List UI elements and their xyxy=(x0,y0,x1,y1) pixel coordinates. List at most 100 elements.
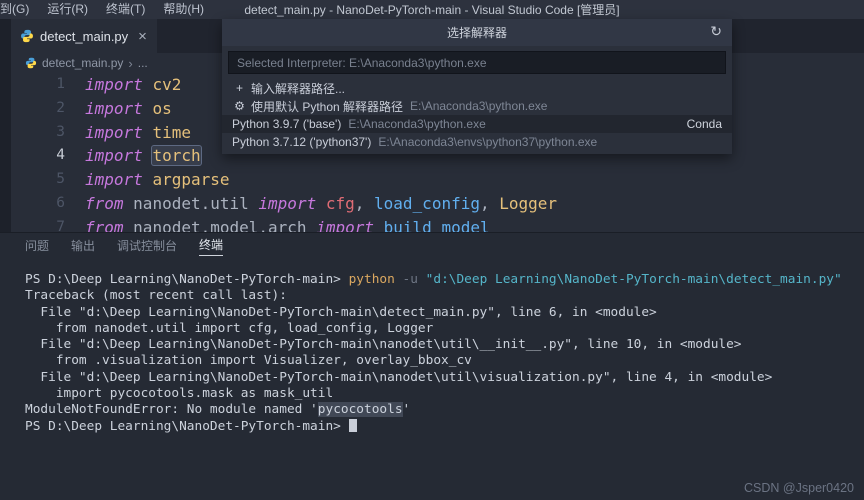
item-detail: E:\Anaconda3\python.exe xyxy=(410,99,547,113)
code-line-text: import os xyxy=(85,97,172,121)
menu-item[interactable]: 终端(T) xyxy=(97,0,154,19)
code-line-text: import torch xyxy=(85,144,201,168)
code-token: import xyxy=(85,146,152,165)
tab-label: detect_main.py xyxy=(40,29,128,44)
line-number: 7 xyxy=(11,216,65,232)
code-token: time xyxy=(152,123,191,142)
bottom-panel: 问题 输出 调试控制台 终端 PS D:\Deep Learning\NanoDet-… xyxy=(0,232,864,500)
panel-tab-问题[interactable]: 问题 xyxy=(25,237,49,256)
terminal-token: -u xyxy=(403,272,426,287)
conda-badge: Conda xyxy=(687,117,722,131)
terminal-token: "d:\Deep Learning\NanoDet-PyTorch-main\d… xyxy=(426,272,842,287)
code-token: import xyxy=(85,99,152,118)
code-token: import xyxy=(85,75,152,94)
terminal-line: from .visualization import Visualizer, o… xyxy=(25,353,864,369)
line-number: 5 xyxy=(11,168,65,192)
item-label: 输入解释器路径... xyxy=(251,80,345,97)
terminal-token: python xyxy=(349,272,403,287)
panel-tabs: 问题 输出 调试控制台 终端 xyxy=(0,233,864,259)
item-detail: E:\Anaconda3\python.exe xyxy=(348,117,485,131)
line-number: 1 xyxy=(11,73,65,97)
terminal-token: pycocotools xyxy=(318,402,403,417)
terminal-token: PS D:\Deep Learning\NanoDet-PyTorch-main… xyxy=(25,272,349,287)
panel-tab-终端[interactable]: 终端 xyxy=(199,236,223,256)
terminal-token: ModuleNotFoundError: No module named ' xyxy=(25,402,318,417)
quick-pick-input[interactable] xyxy=(228,51,726,74)
terminal-line: File "d:\Deep Learning\NanoDet-PyTorch-m… xyxy=(25,337,864,353)
terminal-token: ' xyxy=(403,402,411,417)
terminal-token: import pycocotools.mask as mask_util xyxy=(25,386,333,401)
tab-close-icon[interactable]: × xyxy=(138,29,147,44)
code-token: , xyxy=(480,194,499,213)
code-line[interactable]: 7 from nanodet.model.arch import build_mo… xyxy=(11,216,864,232)
item-label: Python 3.7.12 ('python37') xyxy=(232,135,371,149)
menu-item[interactable]: 帮助(H) xyxy=(154,0,213,19)
line-number: 4 xyxy=(11,144,65,168)
code-token: import xyxy=(85,170,152,189)
python-icon xyxy=(25,57,37,69)
code-line-text: import time xyxy=(85,121,191,145)
code-token: import xyxy=(85,123,152,142)
breadcrumb-more[interactable]: ... xyxy=(138,56,148,70)
interpreter-quick-pick: 选择解释器 ↻ + 输入解释器路径... ⚙ 使用默认 Python 解释器路径 E:\… xyxy=(222,19,732,154)
code-token: load_config xyxy=(374,194,480,213)
code-line-text: import cv2 xyxy=(85,73,181,97)
gear-icon: ⚙ xyxy=(232,99,247,113)
code-token: from xyxy=(85,218,133,232)
quick-pick-header: 选择解释器 ↻ xyxy=(222,19,732,46)
code-line-text: from nanodet.model.arch import build_mod… xyxy=(85,216,490,232)
menubar: 到(G)运行(R)终端(T)帮助(H) xyxy=(0,0,213,19)
plus-icon: + xyxy=(232,81,247,95)
terminal-line: PS D:\Deep Learning\NanoDet-PyTorch-main… xyxy=(25,272,864,288)
code-token: Logger xyxy=(499,194,557,213)
code-line-text: from nanodet.util import cfg, load_confi… xyxy=(85,192,557,216)
terminal-line: import pycocotools.mask as mask_util xyxy=(25,386,864,402)
terminal[interactable]: PS D:\Deep Learning\NanoDet-PyTorch-main… xyxy=(0,272,864,435)
terminal-token: File "d:\Deep Learning\NanoDet-PyTorch-m… xyxy=(25,305,657,320)
terminal-token: Traceback (most recent call last): xyxy=(25,288,287,303)
terminal-line: File "d:\Deep Learning\NanoDet-PyTorch-m… xyxy=(25,370,864,386)
quick-pick-item[interactable]: + 输入解释器路径... xyxy=(222,79,732,97)
code-token: import xyxy=(316,218,383,232)
menu-item[interactable]: 到(G) xyxy=(0,0,38,19)
code-token: from xyxy=(85,194,133,213)
panel-tab-输出[interactable]: 输出 xyxy=(71,237,95,256)
line-number: 3 xyxy=(11,121,65,145)
terminal-token: from nanodet.util import cfg, load_confi… xyxy=(25,321,433,336)
line-number: 6 xyxy=(11,192,65,216)
quick-pick-item[interactable]: ⚙ 使用默认 Python 解释器路径 E:\Anaconda3\python.ex… xyxy=(222,97,732,115)
titlebar: 到(G)运行(R)终端(T)帮助(H) detect_main.py - Nan… xyxy=(0,0,864,19)
code-token: nanodet.util xyxy=(133,194,258,213)
quick-pick-list: + 输入解释器路径... ⚙ 使用默认 Python 解释器路径 E:\Anaconda… xyxy=(222,79,732,154)
panel-tab-调试控制台[interactable]: 调试控制台 xyxy=(117,237,177,256)
code-line[interactable]: 5 import argparse xyxy=(11,168,864,192)
terminal-token: File "d:\Deep Learning\NanoDet-PyTorch-m… xyxy=(25,370,772,385)
terminal-token: PS D:\Deep Learning\NanoDet-PyTorch-main… xyxy=(25,419,349,434)
item-label: Python 3.9.7 ('base') xyxy=(232,117,341,131)
code-token: cv2 xyxy=(152,75,181,94)
editor-tab-detect-main[interactable]: detect_main.py × xyxy=(11,19,157,53)
code-token: torch xyxy=(152,146,200,165)
terminal-line: Traceback (most recent call last): xyxy=(25,288,864,304)
refresh-icon[interactable]: ↻ xyxy=(710,23,722,40)
watermark: CSDN @Jsper0420 xyxy=(744,481,854,495)
quick-pick-item[interactable]: Python 3.7.12 ('python37')E:\Anaconda3\e… xyxy=(222,133,732,151)
code-line-text: import argparse xyxy=(85,168,230,192)
quick-pick-item[interactable]: Python 3.9.7 ('base') E:\Anaconda3\python… xyxy=(222,115,732,133)
code-line[interactable]: 6 from nanodet.util import cfg, load_conf… xyxy=(11,192,864,216)
menu-item[interactable]: 运行(R) xyxy=(38,0,97,19)
terminal-line: File "d:\Deep Learning\NanoDet-PyTorch-m… xyxy=(25,305,864,321)
item-label: 使用默认 Python 解释器路径 xyxy=(251,98,403,115)
code-token: , xyxy=(355,194,374,213)
code-token: nanodet.model.arch xyxy=(133,218,316,232)
quick-pick-title: 选择解释器 xyxy=(447,24,507,41)
terminal-cursor xyxy=(349,419,357,432)
code-token: argparse xyxy=(152,170,229,189)
terminal-line: from nanodet.util import cfg, load_confi… xyxy=(25,321,864,337)
code-token: os xyxy=(152,99,171,118)
line-number: 2 xyxy=(11,97,65,121)
code-token: cfg xyxy=(326,194,355,213)
terminal-line: ModuleNotFoundError: No module named 'py… xyxy=(25,402,864,418)
breadcrumb-file[interactable]: detect_main.py xyxy=(42,56,123,70)
chevron-right-icon: › xyxy=(128,56,132,71)
